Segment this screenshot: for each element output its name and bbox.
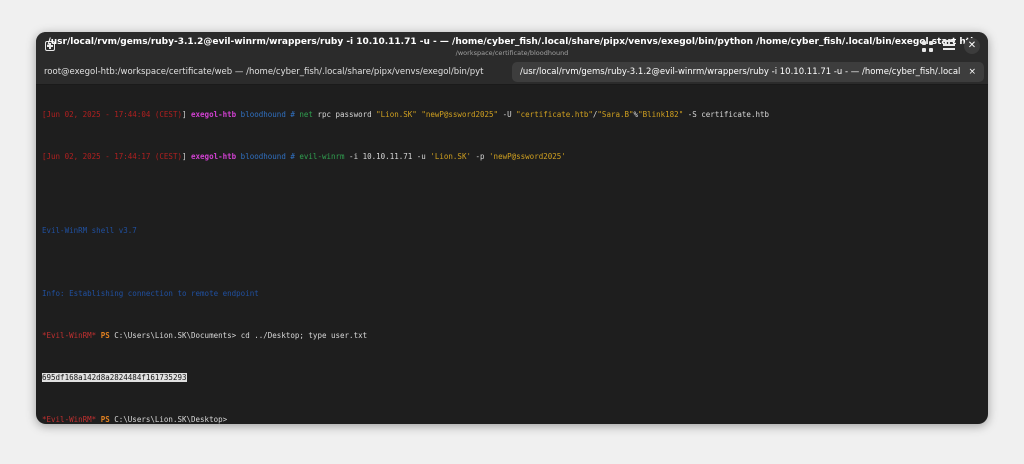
ps-prompt-line: *Evil-WinRM* PS C:\Users\Lion.SK\Documen…	[42, 331, 982, 342]
ps-label: PS	[96, 414, 115, 424]
command: net	[299, 110, 313, 119]
prompt-symbol: #	[285, 152, 300, 161]
tab-bar: root@exegol-htb:/workspace/certificate/w…	[36, 60, 988, 85]
terminal-window: /usr/local/rvm/gems/ruby-3.1.2@evil-winr…	[36, 32, 988, 424]
title-bar: /usr/local/rvm/gems/ruby-3.1.2@evil-winr…	[36, 32, 988, 60]
evil-winrm-prefix: *Evil-WinRM*	[42, 414, 97, 424]
tab-evil-winrm[interactable]: /usr/local/rvm/gems/ruby-3.1.2@evil-winr…	[512, 62, 984, 82]
string-arg: "Blink182"	[638, 110, 684, 119]
terminal-output[interactable]: [Jun 02, 2025 - 17:44:04 (CEST)] exegol-…	[42, 89, 982, 424]
command-args: rpc password	[312, 110, 377, 119]
command-args: -i 10.10.11.71 -u	[344, 152, 431, 161]
info-line: Info: Establishing connection to remote …	[42, 288, 259, 298]
close-window-button[interactable]: ✕	[964, 38, 980, 54]
directory: bloodhound	[236, 152, 286, 161]
hostname: exegol-htb	[191, 110, 237, 119]
window-title: /usr/local/rvm/gems/ruby-3.1.2@evil-winr…	[47, 37, 977, 47]
ps-command: cd ../Desktop; type user.txt	[240, 330, 368, 340]
string-arg: "newP@ssword2025"	[421, 110, 499, 119]
selected-hash[interactable]: 695df168a142d8a2824484f161735293	[42, 372, 187, 382]
tab-close-icon[interactable]: ×	[968, 62, 976, 82]
window-subtitle: /workspace/certificate/bloodhound	[455, 49, 569, 57]
prompt-symbol: #	[285, 110, 300, 119]
hostname: exegol-htb	[191, 152, 237, 161]
ps-path: C:\Users\Lion.SK\Documents>	[114, 330, 241, 340]
tab-web[interactable]: root@exegol-htb:/workspace/certificate/w…	[36, 62, 506, 82]
timestamp: Jun 02, 2025 - 17:44:04 (CEST)	[46, 110, 182, 119]
flag: -p	[470, 152, 490, 161]
evil-winrm-banner: Evil-WinRM shell v3.7	[42, 225, 137, 235]
flag: -U	[498, 110, 517, 119]
hamburger-menu-icon[interactable]	[943, 40, 955, 52]
ps-label: PS	[96, 330, 115, 340]
bracket: ]	[181, 152, 192, 161]
ps-prompt-line: *Evil-WinRM* PS C:\Users\Lion.SK\Desktop…	[42, 415, 982, 425]
string-arg: "Lion.SK"	[376, 110, 417, 119]
directory: bloodhound	[236, 110, 286, 119]
ps-path: C:\Users\Lion.SK\Desktop>	[114, 414, 228, 424]
terminal-line: [Jun 02, 2025 - 17:44:04 (CEST)] exegol-…	[42, 110, 982, 121]
evil-winrm-prefix: *Evil-WinRM*	[42, 330, 97, 340]
command-args: -S certificate.htb	[683, 110, 770, 119]
output-line: 695df168a142d8a2824484f161735293	[42, 372, 982, 384]
timestamp: Jun 02, 2025 - 17:44:17 (CEST)	[46, 152, 182, 161]
string-arg: 'Lion.SK'	[430, 152, 471, 161]
terminal-line: [Jun 02, 2025 - 17:44:17 (CEST)] exegol-…	[42, 152, 982, 163]
command: evil-winrm	[299, 152, 345, 161]
string-arg: "Sara.B"	[597, 110, 634, 119]
tab-evil-winrm-label: /usr/local/rvm/gems/ruby-3.1.2@evil-winr…	[520, 67, 960, 77]
bracket: ]	[181, 110, 192, 119]
tab-web-label: root@exegol-htb:/workspace/certificate/w…	[44, 67, 484, 77]
string-arg: "certificate.htb"	[516, 110, 593, 119]
grid-view-icon[interactable]	[920, 39, 934, 53]
string-arg: 'newP@ssword2025'	[489, 152, 566, 161]
